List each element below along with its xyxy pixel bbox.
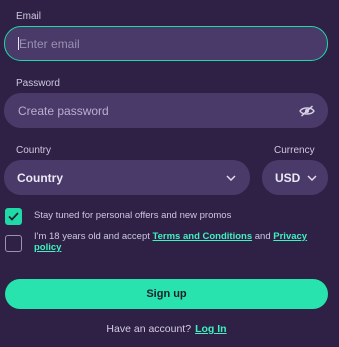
country-select[interactable]: Country: [4, 160, 250, 195]
email-field-container[interactable]: [4, 26, 328, 61]
email-field[interactable]: [5, 27, 327, 60]
currency-label: Currency: [274, 145, 315, 156]
password-label: Password: [16, 78, 60, 89]
eye-slash-icon[interactable]: [299, 104, 315, 117]
chevron-down-icon: [226, 174, 236, 181]
terms-text-and: and: [252, 231, 274, 242]
terms-link[interactable]: Terms and Conditions: [153, 231, 253, 242]
login-link[interactable]: Log In: [195, 323, 227, 335]
login-prompt-line: Have an account? Log In: [0, 323, 333, 335]
currency-select-value: USD: [275, 170, 301, 185]
promos-label: Stay tuned for personal offers and new p…: [34, 210, 232, 221]
email-label: Email: [16, 11, 42, 22]
terms-text-before: I'm 18 years old and accept: [34, 231, 153, 242]
currency-select[interactable]: USD: [262, 160, 328, 195]
password-field-container[interactable]: [4, 93, 328, 128]
text-cursor: [18, 37, 19, 50]
checkmark-icon: [8, 212, 19, 221]
country-select-value: Country: [17, 170, 63, 185]
terms-checkbox[interactable]: [5, 235, 22, 252]
password-field[interactable]: [4, 93, 328, 128]
promos-checkbox[interactable]: [5, 208, 22, 225]
terms-label: I'm 18 years old and accept Terms and Co…: [34, 231, 324, 253]
country-label: Country: [16, 145, 52, 156]
login-prompt: Have an account?: [106, 323, 192, 335]
signup-button[interactable]: Sign up: [5, 279, 328, 309]
chevron-down-icon: [307, 174, 317, 181]
